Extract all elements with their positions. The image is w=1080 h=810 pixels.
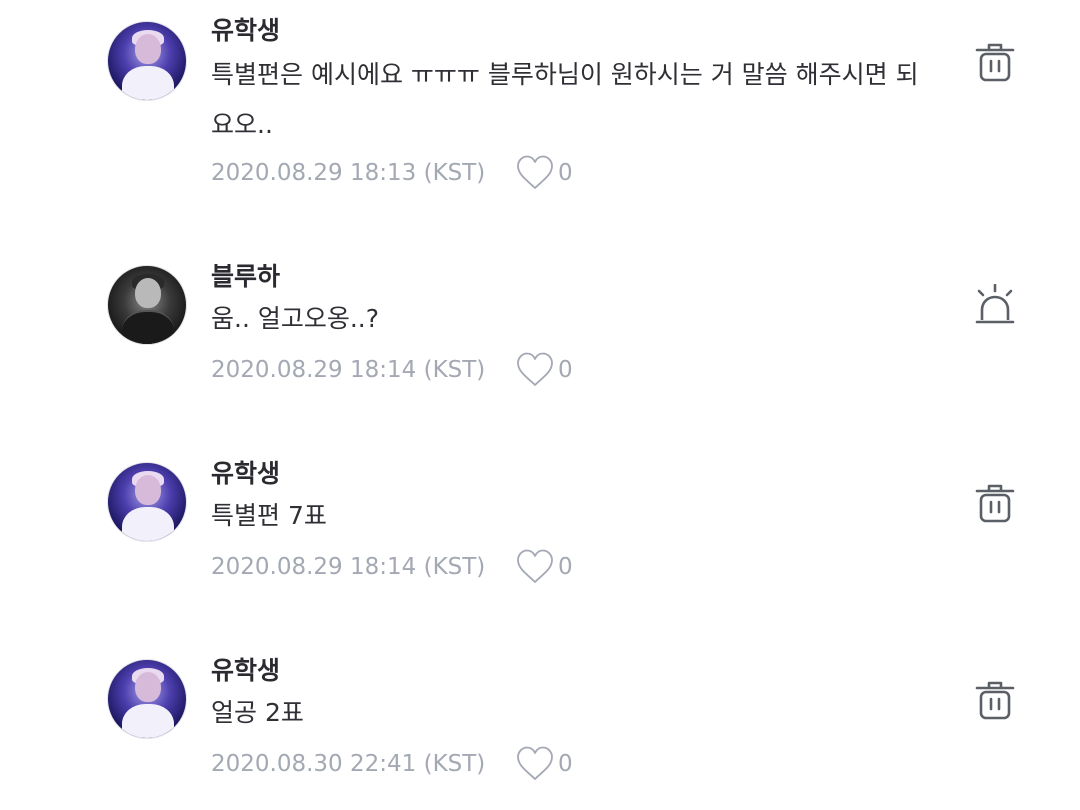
comment-timestamp: 2020.08.29 18:14 (KST) xyxy=(211,357,486,383)
trash-icon[interactable] xyxy=(973,40,1017,84)
like-count: 0 xyxy=(558,751,573,777)
avatar-body xyxy=(122,704,174,738)
avatar-face xyxy=(135,672,161,702)
like-button[interactable]: 0 xyxy=(516,350,573,390)
heart-icon xyxy=(517,549,553,583)
heart-icon xyxy=(517,155,553,189)
like-count: 0 xyxy=(558,357,573,383)
comment-text: 특별편은 예시에요 ㅠㅠㅠ 블루하님이 원하시는 거 말씀 해주시면 되요오.. xyxy=(211,60,919,139)
comment-timestamp: 2020.08.29 18:13 (KST) xyxy=(211,160,486,186)
comment-timestamp: 2020.08.30 22:41 (KST) xyxy=(211,751,486,777)
comment-text: 움.. 얼고오옹..? xyxy=(211,304,380,333)
avatar-face xyxy=(135,34,161,64)
comment-timestamp: 2020.08.29 18:14 (KST) xyxy=(211,554,486,580)
avatar[interactable] xyxy=(107,265,187,345)
comment-text: 얼공 2표 xyxy=(211,698,304,727)
like-button[interactable]: 0 xyxy=(516,744,573,784)
trash-icon[interactable] xyxy=(973,481,1017,525)
comment-username[interactable]: 유학생 xyxy=(211,655,280,687)
heart-icon xyxy=(517,352,553,386)
trash-icon[interactable] xyxy=(973,678,1017,722)
avatar-face xyxy=(135,475,161,505)
comment-username[interactable]: 유학생 xyxy=(211,15,280,47)
avatar[interactable] xyxy=(107,462,187,542)
avatar-body xyxy=(122,66,174,100)
like-button[interactable]: 0 xyxy=(516,547,573,587)
avatar-body xyxy=(122,507,174,541)
report-siren-icon[interactable] xyxy=(973,283,1017,328)
avatar-face xyxy=(135,278,161,308)
avatar[interactable] xyxy=(107,659,187,739)
like-count: 0 xyxy=(558,160,573,186)
like-button[interactable]: 0 xyxy=(516,153,573,193)
avatar[interactable] xyxy=(107,21,187,101)
comment-username[interactable]: 유학생 xyxy=(211,458,280,490)
like-count: 0 xyxy=(558,554,573,580)
comment-username[interactable]: 블루하 xyxy=(211,261,280,293)
avatar-body xyxy=(122,310,174,344)
heart-icon xyxy=(517,746,553,780)
comment-text: 특별편 7표 xyxy=(211,501,327,530)
